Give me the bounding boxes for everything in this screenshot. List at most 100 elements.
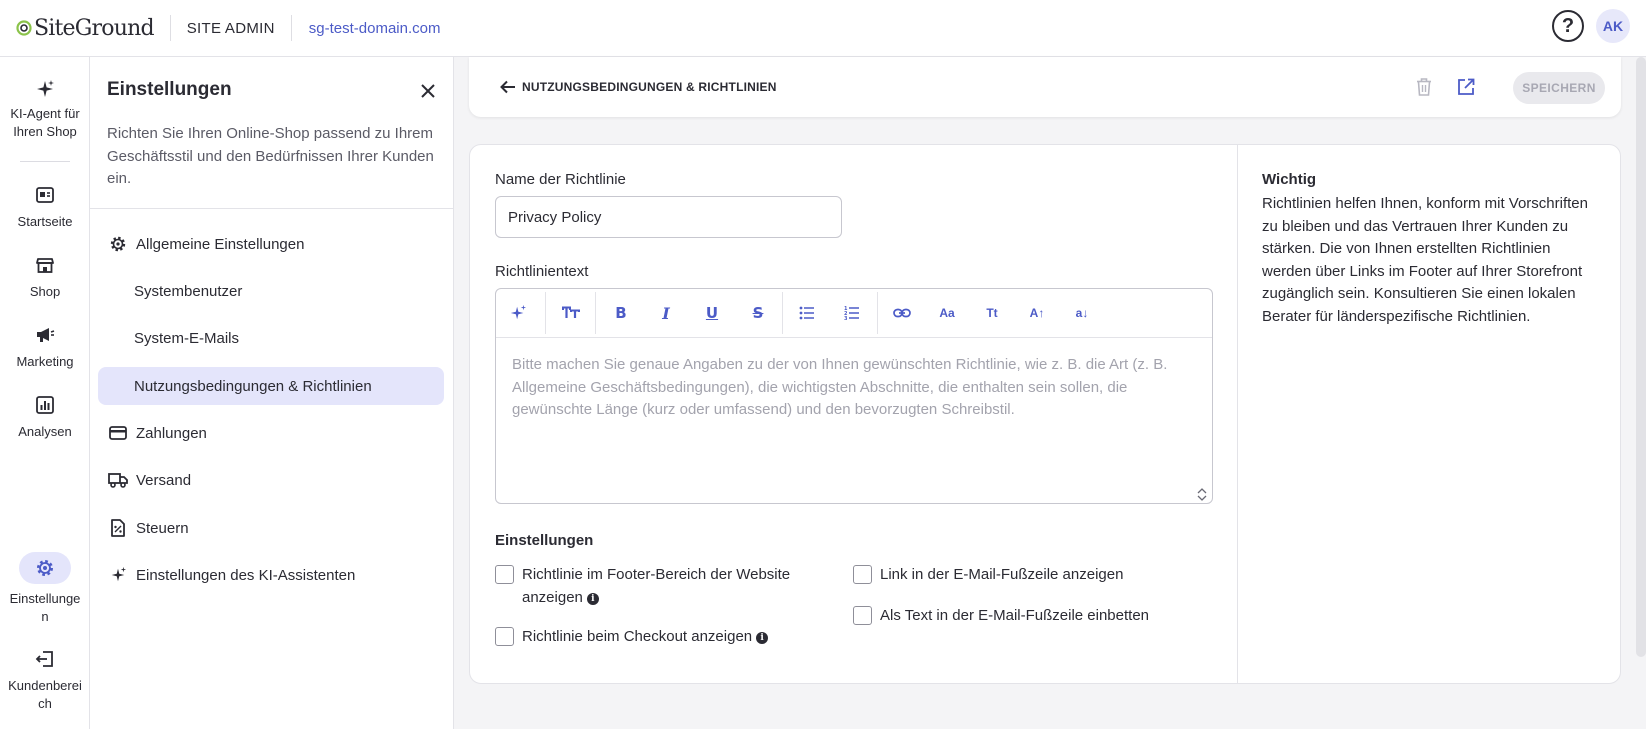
toolbar-divider: [595, 292, 596, 334]
gear-icon: [108, 234, 128, 254]
avatar[interactable]: AK: [1596, 9, 1630, 43]
rail-label: Startseite: [17, 214, 73, 229]
top-bar: SiteGround SITE ADMIN sg-test-domain.com…: [0, 0, 1646, 57]
nav-label: Allgemeine Einstellungen: [136, 235, 305, 253]
strikethrough-button[interactable]: S: [745, 301, 771, 325]
form-column: Name der Richtlinie Richtlinientext B I …: [470, 145, 1237, 683]
external-link-icon: [1458, 78, 1475, 95]
checkout-checkbox-row[interactable]: Richtlinie beim Checkout anzeigen i: [495, 626, 769, 649]
panel-description: Richten Sie Ihren Online-Shop passend zu…: [107, 125, 434, 187]
back-button[interactable]: [498, 77, 518, 97]
policy-name-input[interactable]: [495, 196, 842, 238]
page-title: NUTZUNGSBEDINGUNGEN & RICHTLINIEN: [522, 80, 777, 94]
delete-button[interactable]: [1413, 76, 1435, 98]
info-column: Wichtig Richtlinien helfen Ihnen, konfor…: [1237, 145, 1620, 683]
nav-item-allgemeine-einstellungen[interactable]: Allgemeine Einstellungen: [98, 225, 444, 263]
editor-placeholder[interactable]: Bitte machen Sie genaue Angaben zu der v…: [512, 354, 1202, 422]
nav-item-ki-assistent[interactable]: Einstellungen des KI-Assistenten: [98, 556, 444, 594]
help-button[interactable]: ?: [1552, 10, 1584, 42]
rail-label: Marketing: [16, 354, 74, 369]
close-button[interactable]: [418, 81, 438, 101]
font-size-button[interactable]: Aa: [934, 301, 960, 325]
megaphone-icon: [33, 323, 57, 347]
nav-label: System-E-Mails: [134, 329, 240, 347]
toolbar-divider: [545, 292, 546, 334]
divider: [90, 208, 454, 209]
page-scrollbar[interactable]: [1636, 57, 1646, 657]
resize-handle-icon[interactable]: [1195, 487, 1209, 501]
decrease-size-button[interactable]: a↓: [1069, 301, 1095, 325]
info-icon[interactable]: i: [586, 592, 599, 605]
link-button[interactable]: [889, 301, 915, 325]
numbered-list-icon: 123: [844, 306, 859, 320]
store-icon: [33, 253, 57, 277]
site-admin-label: SITE ADMIN: [186, 19, 275, 37]
rail-label: Kundenbereich: [8, 678, 82, 711]
rail-item-shop[interactable]: Shop: [0, 253, 90, 301]
bold-button[interactable]: B: [608, 301, 634, 325]
bullet-list-button[interactable]: [794, 301, 820, 325]
chart-icon: [33, 393, 57, 417]
info-icon[interactable]: i: [756, 632, 769, 645]
question-circle-icon: ?: [1561, 14, 1575, 37]
sparkle-icon: [33, 77, 57, 101]
rail-item-startseite[interactable]: Startseite: [0, 183, 90, 231]
name-label: Name der Richtlinie: [495, 171, 626, 188]
settings-panel: Einstellungen Richten Sie Ihren Online-S…: [90, 57, 454, 729]
email-embed-checkbox[interactable]: [853, 606, 872, 625]
ai-sparkle-button[interactable]: [505, 301, 531, 325]
rail-item-ki-agent[interactable]: KI-Agent für Ihren Shop: [0, 77, 90, 141]
nav-label: Einstellungen des KI-Assistenten: [136, 566, 356, 584]
nav-item-system-e-mails[interactable]: System-E-Mails: [98, 319, 444, 357]
nav-item-zahlungen[interactable]: Zahlungen: [98, 414, 444, 452]
checkout-checkbox[interactable]: [495, 627, 514, 646]
truck-icon: [108, 470, 128, 490]
rail-label: KI-Agent für Ihren Shop: [10, 106, 80, 139]
italic-button[interactable]: I: [653, 301, 679, 325]
rail-item-analysen[interactable]: Analysen: [0, 393, 90, 441]
page-header: NUTZUNGSBEDINGUNGEN & RICHTLINIEN SPEICH…: [469, 57, 1621, 117]
footer-checkbox[interactable]: [495, 565, 514, 584]
toolbar-divider: [877, 292, 878, 334]
open-external-button[interactable]: [1455, 76, 1477, 98]
checkbox-label: Richtlinie im Footer-Bereich der Website…: [522, 566, 791, 606]
strikethrough-icon: S: [752, 304, 764, 322]
card-icon: [108, 423, 128, 443]
nav-item-systembenutzer[interactable]: Systembenutzer: [98, 272, 444, 310]
rail-active-indicator: [19, 552, 71, 584]
exit-icon: [33, 647, 57, 671]
rail-item-einstellungen[interactable]: Einstellungen: [0, 552, 90, 626]
rail-item-kundenbereich[interactable]: Kundenbereich: [0, 647, 90, 713]
save-button[interactable]: SPEICHERN: [1513, 72, 1605, 104]
checkbox-label: Link in der E-Mail-Fußzeile anzeigen: [880, 566, 1124, 583]
underline-icon: U: [705, 304, 719, 322]
heading-button[interactable]: [558, 301, 584, 325]
domain-link[interactable]: sg-test-domain.com: [292, 20, 458, 37]
email-embed-checkbox-row[interactable]: Als Text in der E-Mail-Fußzeile einbette…: [853, 605, 1149, 628]
footer-checkbox-row[interactable]: Richtlinie im Footer-Bereich der Website…: [495, 564, 815, 609]
policy-form-card: Name der Richtlinie Richtlinientext B I …: [469, 144, 1621, 684]
nav-item-steuern[interactable]: Steuern: [98, 509, 444, 547]
bullet-list-icon: [799, 306, 814, 320]
text-label: Richtlinientext: [495, 263, 589, 280]
rail-item-marketing[interactable]: Marketing: [0, 323, 90, 371]
italic-icon: I: [662, 303, 670, 323]
nav-item-nutzungsbedingungen[interactable]: Nutzungsbedingungen & Richtlinien: [98, 367, 444, 405]
rail-label: Einstellungen: [9, 591, 81, 624]
email-link-checkbox-row[interactable]: Link in der E-Mail-Fußzeile anzeigen: [853, 564, 1123, 587]
increase-size-button[interactable]: A↑: [1024, 301, 1050, 325]
gear-icon: [37, 560, 53, 576]
increase-size-icon: A↑: [1029, 306, 1045, 320]
underline-button[interactable]: U: [699, 301, 725, 325]
nav-item-versand[interactable]: Versand: [98, 461, 444, 499]
email-link-checkbox[interactable]: [853, 565, 872, 584]
decrease-size-icon: a↓: [1075, 306, 1089, 320]
panel-title: Einstellungen: [107, 79, 232, 100]
siteground-logo[interactable]: SiteGround: [16, 0, 155, 57]
sparkle-icon: [108, 565, 128, 585]
numbered-list-button[interactable]: 123: [839, 301, 865, 325]
rail-label: Analysen: [18, 424, 72, 439]
home-dashboard-icon: [33, 183, 57, 207]
trash-icon: [1417, 78, 1431, 96]
text-type-button[interactable]: Tt: [979, 301, 1005, 325]
